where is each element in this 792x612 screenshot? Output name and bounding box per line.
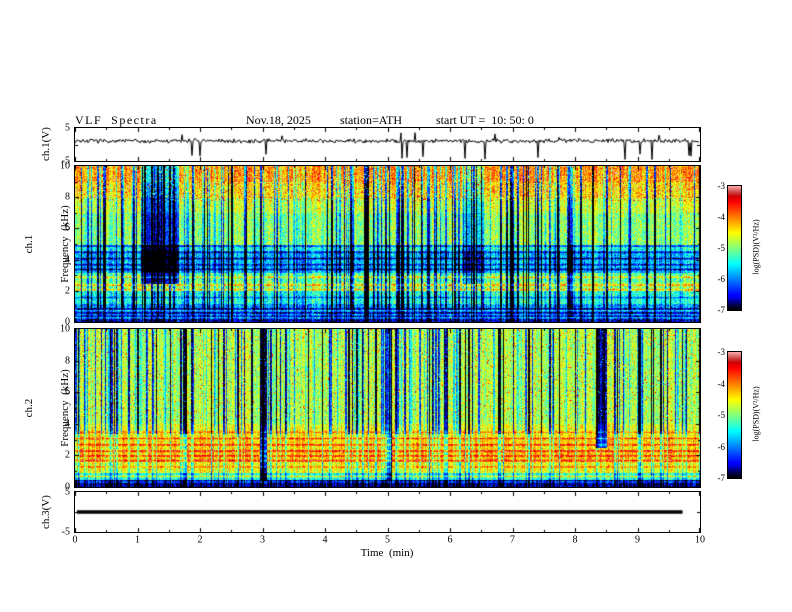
x-tick-label: 0 xyxy=(72,534,78,546)
x-tick-label: 3 xyxy=(260,534,265,546)
ch1-spec-y-tick-label: 2 xyxy=(65,285,70,297)
start-time-label: start UT = 10: 50: 0 xyxy=(436,113,534,127)
x-tick-label: 10 xyxy=(695,534,705,546)
ch1-colorbar-tick-label: -6 xyxy=(717,274,726,284)
ch2-colorbar xyxy=(727,351,742,479)
ch1-voltage-axis-label: ch.1(V) xyxy=(40,127,52,161)
ch2-colorbar-tick-label: -3 xyxy=(717,347,726,357)
ch2-spec-y-tick-label: 10 xyxy=(60,323,70,335)
ch1-spec-y-tick-label: 8 xyxy=(65,191,70,203)
ch2-spec-y-tick-label: 8 xyxy=(65,355,70,367)
ch3-wave-y-tick-label: 5 xyxy=(65,486,70,498)
ch1-wave-y-tick-label: -5 xyxy=(61,155,70,167)
x-tick-label: 5 xyxy=(385,534,390,546)
ch1-colorbar-tick-label: -3 xyxy=(717,181,726,191)
ch2-colorbar-tick-label: -5 xyxy=(717,410,726,420)
ch1-spec-y-tick-label: 6 xyxy=(65,222,70,234)
ch2-colorbar-tick-label: -6 xyxy=(717,441,726,452)
date-label: Nov.18, 2025 xyxy=(246,113,311,127)
ch3-voltage-axis-label: ch.3(V) xyxy=(40,495,52,529)
ch1-colorbar-unit-label: log(PSD)(V²/Hz) xyxy=(751,219,761,275)
ch1-spec-y-tick-label: 4 xyxy=(65,254,70,266)
ch1-axis-line2: Frequency (kHz) xyxy=(59,205,71,283)
ch2-frequency-axis-label: ch.2 Frequency (kHz) xyxy=(0,369,95,447)
x-tick-label: 2 xyxy=(197,534,203,546)
ch1-colorbar-tick-label: -4 xyxy=(717,212,726,222)
x-tick-label: 8 xyxy=(572,534,578,546)
ch3-wave-y-tick-label: -5 xyxy=(61,526,70,538)
x-axis-label: Time (min) xyxy=(360,547,414,559)
x-tick-label: 4 xyxy=(322,534,328,546)
x-tick-label: 6 xyxy=(447,534,453,546)
ch1-waveform-plot xyxy=(74,127,701,162)
ch1-wave-y-tick-label: 5 xyxy=(65,122,70,134)
x-tick-label: 7 xyxy=(510,534,515,546)
ch2-spectrogram xyxy=(74,328,701,488)
ch1-frequency-axis-label: ch.1 Frequency (kHz) xyxy=(0,205,95,283)
ch2-spec-y-tick-label: 2 xyxy=(65,449,70,461)
ch1-axis-line1: ch.1 xyxy=(23,234,35,254)
ch2-colorbar-tick-label: -7 xyxy=(717,473,726,483)
ch2-colorbar-unit-label: log(PSD)(V²/Hz) xyxy=(751,386,761,442)
ch1-colorbar xyxy=(727,185,742,311)
ch1-spectrogram xyxy=(74,165,701,323)
ch2-axis-line2: Frequency (kHz) xyxy=(59,369,71,447)
vlf-spectra-figure: VLF Spectra Nov.18, 2025 station=ATH sta… xyxy=(0,0,792,612)
ch2-axis-line1: ch.2 xyxy=(23,398,35,418)
station-label: station=ATH xyxy=(340,113,403,127)
ch2-colorbar-tick-label: -4 xyxy=(717,378,726,389)
x-tick-label: 1 xyxy=(135,534,140,546)
ch2-spec-y-tick-label: 6 xyxy=(65,386,70,398)
ch1-colorbar-tick-label: -7 xyxy=(717,305,726,315)
x-tick-label: 9 xyxy=(635,534,640,546)
figure-title: VLF Spectra xyxy=(75,113,158,127)
ch1-colorbar-tick-label: -5 xyxy=(717,243,726,253)
ch2-spec-y-tick-label: 4 xyxy=(65,418,70,430)
ch3-waveform-plot xyxy=(74,491,701,533)
